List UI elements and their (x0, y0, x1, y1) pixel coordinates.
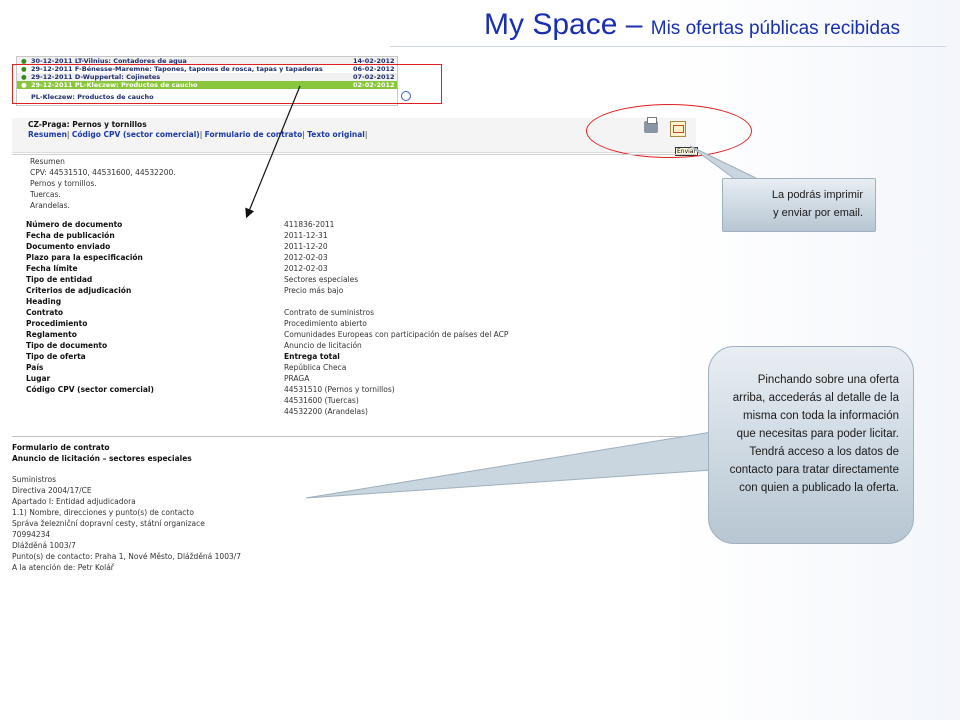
callout-print-email: La podrás imprimir y enviar por email. (722, 178, 876, 232)
callout-line: y enviar por email. (773, 207, 863, 219)
callout-text: Pinchando sobre una oferta arriba, acced… (729, 374, 899, 494)
pointer-arrow (245, 85, 301, 219)
callout-small-pointer (689, 145, 761, 181)
callout-big-pointer (305, 431, 713, 499)
callout-offer-detail: Pinchando sobre una oferta arriba, acced… (708, 346, 914, 544)
callout-line: La podrás imprimir (771, 189, 863, 201)
